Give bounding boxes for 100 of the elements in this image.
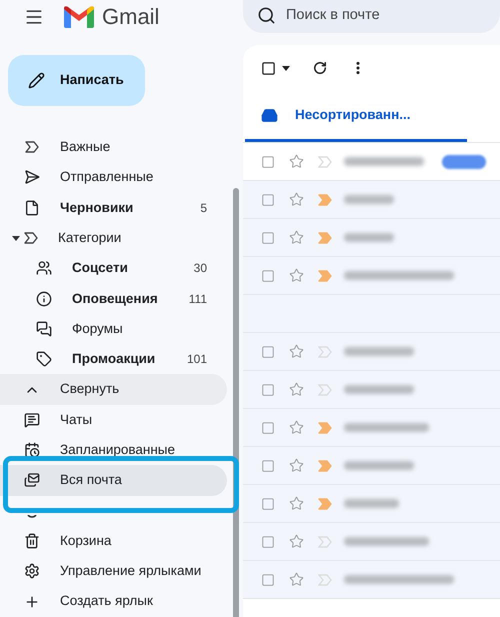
unread-count: 111 bbox=[188, 290, 207, 308]
row-checkbox[interactable] bbox=[261, 420, 275, 434]
nav-item[interactable]: Запланированные bbox=[0, 434, 227, 466]
send-icon bbox=[24, 169, 40, 186]
unread-count: 30 bbox=[194, 260, 207, 278]
important-marker-icon[interactable] bbox=[318, 574, 332, 586]
star-icon[interactable] bbox=[289, 192, 304, 207]
important-marker-icon[interactable] bbox=[318, 384, 332, 396]
important-marker-icon[interactable] bbox=[318, 536, 332, 548]
mails-icon bbox=[24, 472, 40, 488]
blurred-sender bbox=[344, 347, 414, 356]
star-icon[interactable] bbox=[289, 344, 304, 359]
nav-label: Запланированные bbox=[60, 440, 176, 459]
search-placeholder: Поиск в почте bbox=[286, 6, 380, 25]
file-icon bbox=[24, 200, 40, 216]
nav-item[interactable]: Управление ярлыками bbox=[0, 556, 227, 586]
scheduled-icon bbox=[24, 442, 40, 458]
row-checkbox[interactable] bbox=[261, 344, 275, 358]
nav-label: Свернуть bbox=[60, 380, 120, 398]
inbox-icon bbox=[261, 106, 278, 124]
blurred-sender bbox=[344, 499, 399, 508]
nav-label: Корзина bbox=[60, 532, 112, 550]
important-marker-icon[interactable] bbox=[318, 156, 332, 168]
blurred-sender bbox=[344, 461, 414, 470]
star-icon[interactable] bbox=[289, 572, 304, 587]
star-icon[interactable] bbox=[289, 230, 304, 245]
settings-icon bbox=[24, 563, 40, 580]
star-icon[interactable] bbox=[289, 268, 304, 283]
nav-item[interactable]: Вся почта bbox=[0, 465, 227, 496]
row-checkbox[interactable] bbox=[261, 572, 275, 586]
star-icon[interactable] bbox=[289, 154, 304, 169]
compose-button[interactable]: Написать bbox=[8, 55, 145, 106]
plus-icon bbox=[24, 594, 40, 610]
refresh-icon[interactable] bbox=[313, 61, 327, 75]
nav-item[interactable]: Промоакции 101 bbox=[0, 344, 227, 374]
caret-icon[interactable] bbox=[282, 66, 290, 70]
star-icon[interactable] bbox=[289, 534, 304, 549]
nav-item[interactable]: Черновики 5 bbox=[0, 192, 227, 223]
blurred-sender bbox=[344, 233, 394, 242]
search-field[interactable]: Поиск в почте bbox=[243, 0, 500, 33]
message-row[interactable] bbox=[243, 219, 500, 257]
nav-label: Черновики bbox=[60, 198, 134, 217]
row-checkbox[interactable] bbox=[261, 230, 275, 244]
nav-item[interactable]: Корзина bbox=[0, 526, 227, 556]
app-name: Gmail bbox=[102, 3, 160, 31]
message-row[interactable] bbox=[243, 181, 500, 219]
row-checkbox[interactable] bbox=[261, 154, 275, 168]
blurred-badge bbox=[442, 154, 486, 168]
forum-icon bbox=[36, 320, 52, 337]
nav-label: Форумы bbox=[72, 320, 123, 338]
row-checkbox[interactable] bbox=[261, 192, 275, 206]
info-icon bbox=[36, 290, 52, 307]
star-icon[interactable] bbox=[289, 382, 304, 397]
star-icon[interactable] bbox=[289, 420, 304, 435]
label-arrow-icon bbox=[25, 141, 39, 154]
nav-label: Промоакции bbox=[72, 350, 156, 368]
gmail-logo-icon bbox=[64, 6, 94, 28]
row-checkbox[interactable] bbox=[261, 268, 275, 282]
chat-icon bbox=[24, 412, 40, 428]
message-row[interactable] bbox=[243, 561, 500, 599]
nav-item[interactable]: Форумы bbox=[0, 314, 227, 344]
search-icon bbox=[257, 6, 276, 25]
message-row[interactable] bbox=[243, 523, 500, 561]
message-row[interactable] bbox=[243, 371, 500, 409]
nav-label: Соцсети bbox=[72, 259, 128, 278]
nav-label: Управление ярлыками bbox=[60, 562, 202, 580]
nav-label: Категории bbox=[58, 228, 122, 247]
nav-item[interactable]: Создать ярлык bbox=[0, 586, 227, 617]
star-icon[interactable] bbox=[289, 496, 304, 511]
nav-item[interactable]: Соцсети 30 bbox=[0, 253, 227, 284]
nav-item[interactable]: Отправленные bbox=[0, 162, 227, 193]
nav-label: Отправленные bbox=[60, 168, 154, 186]
message-row[interactable] bbox=[243, 333, 500, 371]
row-checkbox[interactable] bbox=[261, 382, 275, 396]
row-checkbox[interactable] bbox=[261, 534, 275, 548]
message-row[interactable] bbox=[243, 409, 500, 447]
important-marker-icon[interactable] bbox=[318, 346, 332, 358]
row-checkbox[interactable] bbox=[261, 496, 275, 510]
people-icon bbox=[36, 260, 52, 276]
message-row[interactable] bbox=[243, 485, 500, 523]
unread-count: 5 bbox=[200, 200, 207, 217]
nav-item[interactable]: Оповещения 111 bbox=[0, 283, 227, 314]
message-row[interactable] bbox=[243, 257, 500, 295]
scrollbar[interactable] bbox=[233, 188, 239, 617]
blurred-sender bbox=[344, 385, 414, 394]
tag-icon bbox=[36, 351, 52, 368]
nav-item[interactable]: Чаты bbox=[0, 404, 227, 435]
nav-item[interactable]: Категории bbox=[0, 222, 227, 254]
nav-item[interactable]: Важные bbox=[0, 132, 227, 162]
nav-label: Создать ярлык bbox=[60, 592, 153, 610]
select-checkbox[interactable] bbox=[261, 60, 276, 76]
star-icon[interactable] bbox=[289, 458, 304, 473]
message-row[interactable] bbox=[243, 447, 500, 485]
row-checkbox[interactable] bbox=[261, 458, 275, 472]
nav-item[interactable]: Свернуть bbox=[0, 374, 227, 405]
unread-count: 101 bbox=[186, 351, 207, 368]
blurred-sender bbox=[344, 195, 394, 204]
caret-icon[interactable] bbox=[12, 236, 20, 241]
nav-label: Важные bbox=[60, 138, 110, 156]
label-icon bbox=[24, 232, 38, 244]
